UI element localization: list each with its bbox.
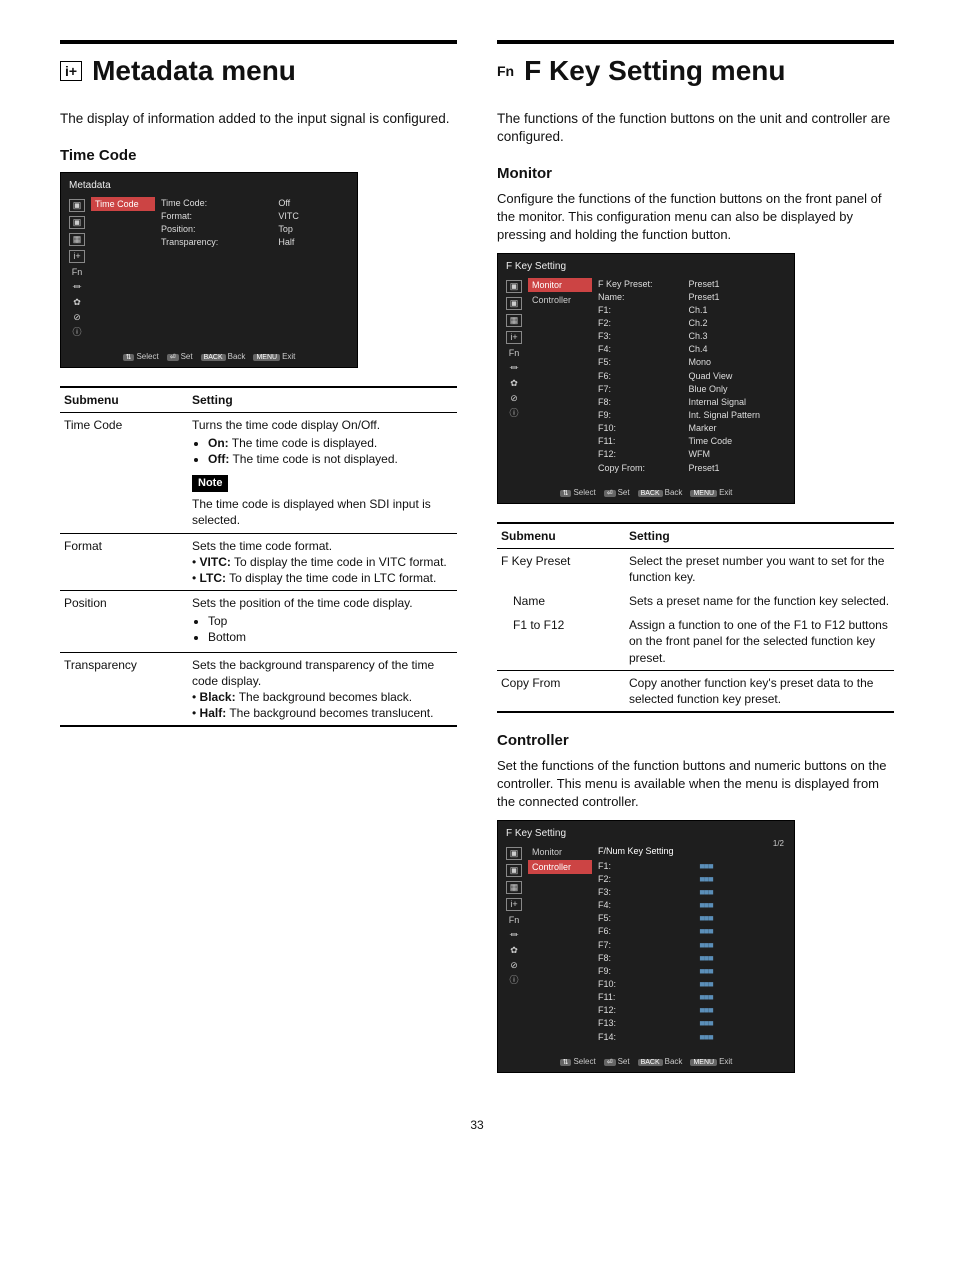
monitor-osd-screenshot: F Key Setting ▣▣▦i+Fn⏛✿⊘ⓘ MonitorControl…: [497, 253, 795, 503]
table-row: TransparencySets the background transpar…: [60, 652, 457, 726]
osd-tab-timecode: Time Code: [91, 197, 155, 211]
metadata-osd-screenshot: Metadata ▣▣▦i+Fn⏛✿⊘ⓘ Time Code Time Code…: [60, 172, 358, 367]
fkey-menu-heading: Fn F Key Setting menu: [497, 52, 894, 90]
osd-title: Metadata: [69, 179, 349, 193]
page-number: 33: [60, 1117, 894, 1133]
col-setting: Setting: [625, 523, 894, 549]
metadata-menu-heading: i+ Metadata menu: [60, 52, 457, 90]
timecode-settings-table: Submenu Setting Time CodeTurns the time …: [60, 386, 457, 728]
controller-desc: Set the functions of the function button…: [497, 757, 894, 810]
fkey-heading-text: F Key Setting menu: [524, 52, 785, 90]
table-row: Time CodeTurns the time code display On/…: [60, 412, 457, 533]
fkey-intro: The functions of the function buttons on…: [497, 110, 894, 146]
table-row: NameSets a preset name for the function …: [497, 589, 894, 613]
table-row: F Key PresetSelect the preset number you…: [497, 548, 894, 589]
info-plus-icon: i+: [60, 61, 82, 81]
timecode-section-title: Time Code: [60, 146, 457, 166]
metadata-intro: The display of information added to the …: [60, 110, 457, 128]
table-row: FormatSets the time code format.• VITC: …: [60, 533, 457, 591]
table-row: PositionSets the position of the time co…: [60, 591, 457, 653]
col-submenu: Submenu: [497, 523, 625, 549]
metadata-heading-text: Metadata menu: [92, 52, 296, 90]
table-row: Copy FromCopy another function key's pre…: [497, 670, 894, 712]
osd-page-indicator: 1/2: [773, 839, 784, 850]
col-setting: Setting: [188, 387, 457, 413]
col-submenu: Submenu: [60, 387, 188, 413]
monitor-desc: Configure the functions of the function …: [497, 190, 894, 243]
monitor-section-title: Monitor: [497, 164, 894, 184]
controller-osd-screenshot: F Key Setting 1/2 ▣▣▦i+Fn⏛✿⊘ⓘ MonitorCon…: [497, 820, 795, 1072]
monitor-settings-table: Submenu Setting F Key PresetSelect the p…: [497, 522, 894, 714]
fn-icon: Fn: [497, 62, 514, 80]
osd-title: F Key Setting: [506, 260, 786, 274]
table-row: F1 to F12Assign a function to one of the…: [497, 613, 894, 670]
controller-section-title: Controller: [497, 731, 894, 751]
osd-title: F Key Setting: [506, 827, 786, 841]
